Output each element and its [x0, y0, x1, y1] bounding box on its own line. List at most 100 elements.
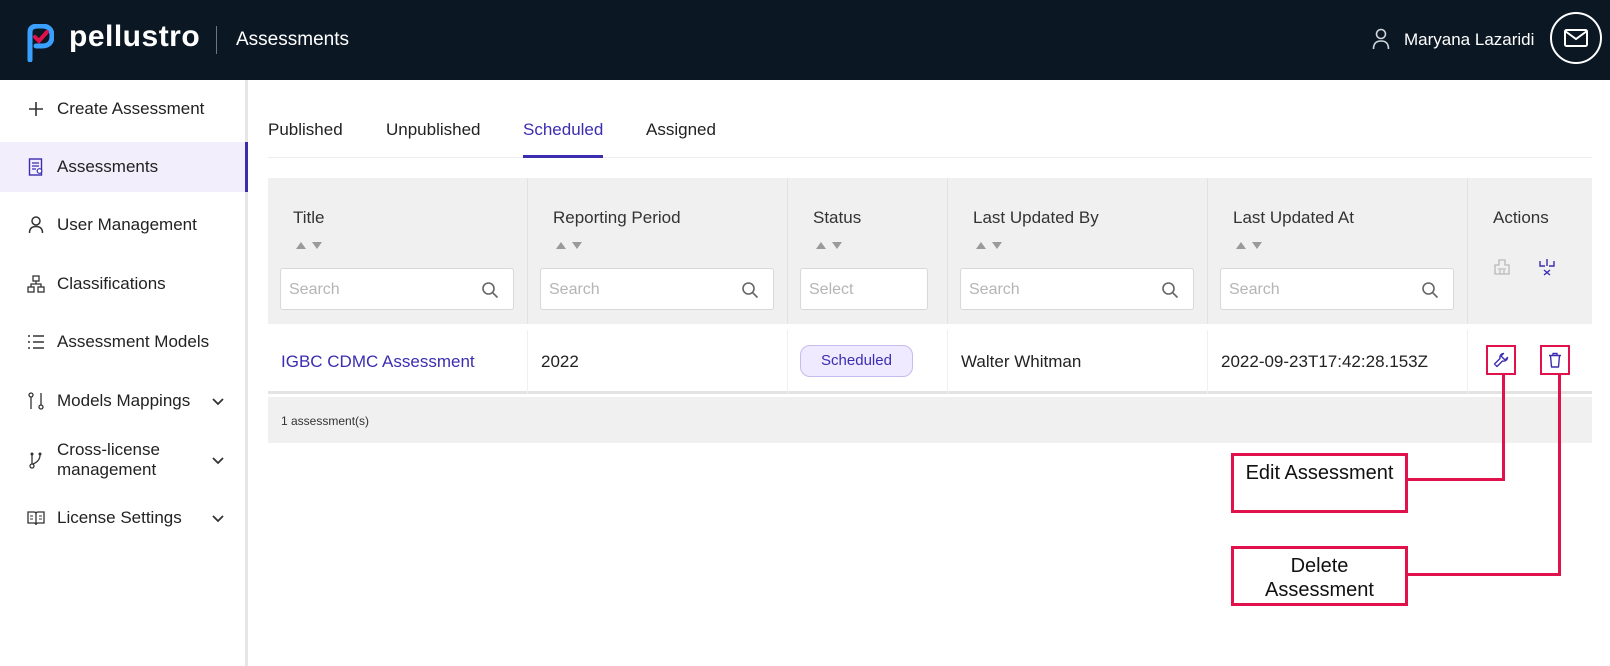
mail-icon [1564, 29, 1588, 47]
last-updated-by-value: Walter Whitman [961, 352, 1082, 371]
sidebar-item-label: Cross-license management [57, 440, 160, 479]
plus-icon [26, 99, 46, 119]
record-count: 1 assessment(s) [281, 414, 370, 428]
header-divider [216, 26, 217, 54]
sidebar-item-label: Models Mappings [57, 391, 191, 410]
table-header: Title Search Reporting Period Search Sta… [268, 178, 1592, 324]
assessment-title-link[interactable]: IGBC CDMC Assessment [281, 352, 475, 372]
sidebar-item-label: Create Assessment [57, 99, 205, 118]
sort-icon[interactable] [295, 240, 325, 250]
sort-icon[interactable] [555, 240, 585, 250]
sidebar-item-label: User Management [57, 215, 197, 234]
callout-connector [1502, 375, 1505, 481]
pellustro-logo-icon [27, 24, 54, 62]
delete-assessment-callout: Delete Assessment [1231, 546, 1408, 606]
sidebar-item-assessments[interactable]: Assessments [0, 142, 248, 192]
mapping-icon [26, 391, 46, 411]
status-select[interactable]: Select [800, 268, 928, 310]
sidebar-item-label: License Settings [57, 508, 182, 527]
column-last-updated-by: Last Updated By Search [948, 178, 1208, 324]
list-icon [26, 332, 46, 352]
wrench-icon [1493, 352, 1509, 368]
sort-icon[interactable] [815, 240, 845, 250]
last-updated-by-search-input[interactable]: Search [960, 268, 1194, 310]
branch-icon [26, 450, 46, 470]
table-row: IGBC CDMC Assessment 2022 Scheduled Walt… [268, 330, 1592, 394]
search-placeholder: Search [549, 281, 600, 298]
title-cell: IGBC CDMC Assessment [268, 330, 528, 394]
sidebar-item-assessment-models[interactable]: Assessment Models [0, 317, 248, 367]
sidebar-item-cross-license-management[interactable]: Cross-license management [0, 435, 248, 485]
chevron-down-icon [212, 457, 224, 465]
user-icon [1372, 28, 1390, 50]
column-last-updated-at: Last Updated At Search [1208, 178, 1468, 324]
sidebar-item-models-mappings[interactable]: Models Mappings [0, 376, 248, 426]
sort-icon[interactable] [1235, 240, 1265, 250]
column-header: Status [813, 208, 862, 227]
callout-connector [1407, 573, 1561, 576]
search-icon [1422, 282, 1439, 299]
actions-cell [1468, 330, 1592, 394]
chevron-down-icon [212, 515, 224, 523]
book-icon [26, 508, 46, 528]
sort-icon[interactable] [975, 240, 1005, 250]
last-updated-at-search-input[interactable]: Search [1220, 268, 1454, 310]
sidebar-item-classifications[interactable]: Classifications [0, 259, 248, 309]
edit-assessment-callout: Edit Assessment [1231, 453, 1408, 513]
sidebar-item-user-management[interactable]: User Management [0, 200, 248, 250]
column-reporting-period: Reporting Period Search [528, 178, 788, 324]
search-placeholder: Search [289, 281, 340, 298]
reporting-period-cell: 2022 [528, 330, 788, 394]
page-title: Assessments [236, 29, 349, 50]
chevron-down-icon [212, 398, 224, 406]
sidebar-item-label: Classifications [57, 274, 166, 293]
edit-assessment-button[interactable] [1486, 345, 1516, 375]
trash-icon [1549, 352, 1561, 368]
title-search-input[interactable]: Search [280, 268, 514, 310]
reporting-period-search-input[interactable]: Search [540, 268, 774, 310]
hierarchy-icon [26, 274, 46, 294]
search-icon [1162, 282, 1179, 299]
last-updated-at-value: 2022-09-23T17:42:28.153Z [1221, 352, 1428, 371]
search-placeholder: Search [969, 281, 1020, 298]
search-icon [742, 282, 759, 299]
callout-connector [1407, 478, 1505, 481]
column-title: Title Search [268, 178, 528, 324]
last-updated-by-cell: Walter Whitman [948, 330, 1208, 394]
tab-scheduled[interactable]: Scheduled [523, 120, 604, 158]
messages-button[interactable] [1550, 12, 1602, 64]
status-cell: Scheduled [788, 330, 948, 394]
table-footer: 1 assessment(s) [268, 397, 1592, 443]
column-header: Last Updated By [973, 208, 1099, 227]
user-name[interactable]: Maryana Lazaridi [1404, 30, 1534, 50]
sidebar-item-label: Assessments [57, 157, 159, 176]
sidebar-item-label: Assessment Models [57, 332, 210, 351]
sidebar: Create Assessment Assessments User Manag… [0, 80, 248, 666]
brand-name: pellustro [69, 20, 201, 53]
tab-unpublished[interactable]: Unpublished [386, 120, 481, 158]
sidebar-item-license-settings[interactable]: License Settings [0, 493, 248, 543]
column-header: Actions [1493, 208, 1549, 227]
reset-columns-icon[interactable] [1538, 258, 1556, 276]
sidebar-item-create-assessment[interactable]: Create Assessment [0, 84, 248, 134]
user-icon [26, 215, 46, 235]
delete-assessment-button[interactable] [1540, 345, 1570, 375]
status-badge: Scheduled [800, 345, 913, 377]
clear-filters-icon[interactable] [1493, 258, 1511, 276]
column-header: Reporting Period [553, 208, 681, 227]
search-icon [482, 282, 499, 299]
column-header: Title [293, 208, 325, 227]
last-updated-at-cell: 2022-09-23T17:42:28.153Z [1208, 330, 1468, 394]
tab-assigned[interactable]: Assigned [646, 120, 716, 158]
column-header: Last Updated At [1233, 208, 1354, 227]
column-status: Status Select [788, 178, 948, 324]
column-actions: Actions [1468, 178, 1592, 324]
callout-connector [1558, 375, 1561, 576]
tab-published[interactable]: Published [268, 120, 343, 158]
select-placeholder: Select [809, 281, 854, 298]
reporting-period-value: 2022 [541, 352, 579, 371]
assessment-doc-icon [26, 157, 46, 177]
search-placeholder: Search [1229, 281, 1280, 298]
status-tabs: Published Unpublished Scheduled Assigned [268, 110, 1592, 158]
top-bar: pellustro Assessments Maryana Lazaridi [0, 0, 1610, 80]
